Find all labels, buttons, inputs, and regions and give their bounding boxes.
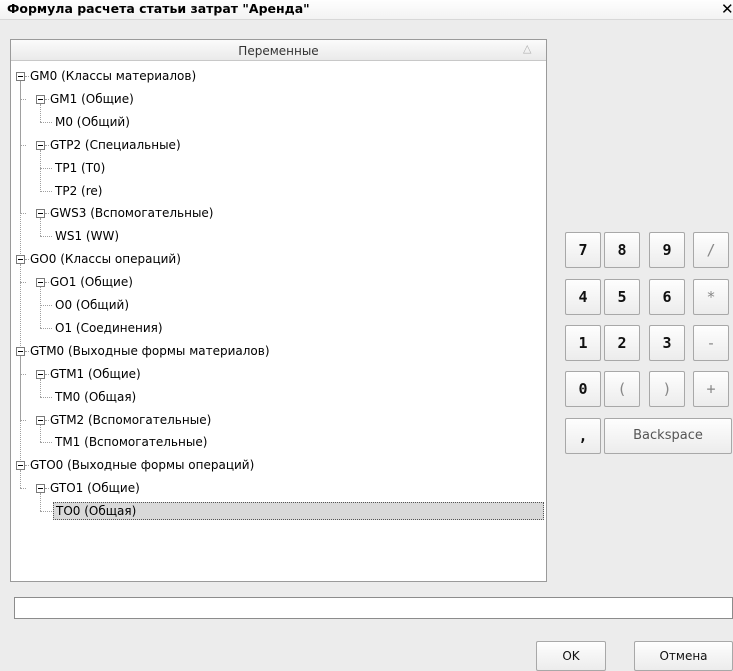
minus-icon xyxy=(38,98,43,100)
tree-connector-line xyxy=(40,442,52,444)
variables-tree: GM0 (Классы материалов) GM1 (Общие) M0 (Об… xyxy=(11,40,546,581)
minus-icon xyxy=(38,282,43,284)
key-plus[interactable]: + xyxy=(693,371,729,407)
minus-icon xyxy=(18,76,23,77)
tree-collapse-icon[interactable] xyxy=(16,255,25,265)
tree-connector-line xyxy=(40,396,52,398)
key-multiply[interactable]: * xyxy=(693,279,729,315)
tree-node[interactable]: M0 (Общий) xyxy=(53,113,132,131)
minus-icon xyxy=(38,488,43,490)
tree-node[interactable]: GTM0 (Выходные формы материалов) xyxy=(28,342,272,360)
tree-node[interactable]: GWS3 (Вспомогательные) xyxy=(48,204,215,222)
key-6[interactable]: 6 xyxy=(649,279,685,315)
tree-connector-line xyxy=(20,282,26,284)
tree-node[interactable]: GTM1 (Общие) xyxy=(48,365,143,383)
tree-connector-line xyxy=(40,149,41,191)
minus-icon xyxy=(38,419,43,421)
tree-node[interactable]: GO0 (Классы операций) xyxy=(28,250,183,268)
formula-input[interactable] xyxy=(14,597,733,619)
variables-tree-panel: Переменные △ GM0 (Классы материалов) GM1 … xyxy=(10,39,547,582)
key-3[interactable]: 3 xyxy=(649,325,685,361)
tree-connector-line xyxy=(20,419,26,421)
tree-collapse-icon[interactable] xyxy=(36,278,45,288)
key-1[interactable]: 1 xyxy=(565,325,601,361)
key-0[interactable]: 0 xyxy=(565,371,601,407)
cancel-button[interactable]: Отмена xyxy=(634,641,733,671)
tree-collapse-icon[interactable] xyxy=(36,415,45,425)
tree-collapse-icon[interactable] xyxy=(36,484,45,494)
key-5[interactable]: 5 xyxy=(604,279,640,315)
minus-icon xyxy=(38,213,43,215)
key-8[interactable]: 8 xyxy=(604,232,640,268)
tree-connector-line xyxy=(40,511,52,513)
tree-connector-line xyxy=(40,121,52,123)
tree-node[interactable]: TP2 (re) xyxy=(53,182,104,200)
tree-connector-line xyxy=(40,305,52,306)
minus-icon xyxy=(18,259,23,261)
tree-connector-line xyxy=(40,103,41,122)
tree-connector-line xyxy=(20,81,21,461)
tree-connector-line xyxy=(20,373,26,375)
ok-button[interactable]: OK xyxy=(536,641,606,671)
tree-collapse-icon[interactable] xyxy=(16,72,25,81)
key-minus[interactable]: - xyxy=(693,325,729,361)
tree-collapse-icon[interactable] xyxy=(36,94,45,104)
key-open-paren[interactable]: ( xyxy=(604,371,640,407)
tree-collapse-icon[interactable] xyxy=(36,140,45,150)
tree-connector-line xyxy=(40,167,52,169)
tree-connector-line xyxy=(20,488,26,490)
tree-collapse-icon[interactable] xyxy=(16,346,25,356)
key-9[interactable]: 9 xyxy=(649,232,685,268)
title-bar: Формула расчета статьи затрат "Аренда" ✕ xyxy=(0,0,733,20)
tree-collapse-icon[interactable] xyxy=(36,369,45,379)
tree-node[interactable]: GTP2 (Специальные) xyxy=(48,136,183,154)
tree-connector-line xyxy=(40,378,41,397)
window-title: Формула расчета статьи затрат "Аренда" xyxy=(7,1,310,16)
tree-connector-line xyxy=(40,493,41,512)
minus-icon xyxy=(18,465,23,467)
key-close-paren[interactable]: ) xyxy=(649,371,685,407)
minus-icon xyxy=(18,350,23,352)
tree-connector-line xyxy=(40,218,41,237)
tree-node[interactable]: GM0 (Классы материалов) xyxy=(28,67,198,85)
tree-connector-line xyxy=(20,98,26,100)
tree-node[interactable]: TO0 (Общая) xyxy=(53,502,544,521)
tree-node[interactable]: GO1 (Общие) xyxy=(48,273,135,291)
key-7[interactable]: 7 xyxy=(565,232,601,268)
backspace-button[interactable]: Backspace xyxy=(604,418,732,454)
close-icon[interactable]: ✕ xyxy=(721,0,733,18)
key-comma[interactable]: , xyxy=(565,418,601,454)
tree-connector-line xyxy=(40,287,41,328)
minus-icon xyxy=(38,373,43,375)
tree-connector-line xyxy=(40,236,52,238)
key-4[interactable]: 4 xyxy=(565,279,601,315)
tree-node[interactable]: TM0 (Общая) xyxy=(53,388,138,406)
tree-collapse-icon[interactable] xyxy=(16,461,25,471)
tree-connector-line xyxy=(40,327,52,329)
tree-node[interactable]: GTO1 (Общие) xyxy=(48,479,142,497)
tree-connector-line xyxy=(40,424,41,443)
tree-node[interactable]: TM1 (Вспомогательные) xyxy=(53,433,209,451)
tree-node[interactable]: GTO0 (Выходные формы операций) xyxy=(28,456,256,474)
tree-node[interactable]: GM1 (Общие) xyxy=(48,90,136,108)
tree-connector-line xyxy=(20,213,26,215)
minus-icon xyxy=(38,144,43,146)
tree-node[interactable]: TP1 (T0) xyxy=(53,159,107,177)
tree-node[interactable]: GTM2 (Вспомогательные) xyxy=(48,411,213,429)
tree-connector-line xyxy=(20,470,21,489)
tree-node[interactable]: O1 (Соединения) xyxy=(53,319,165,337)
key-divide[interactable]: / xyxy=(693,232,729,268)
tree-connector-line xyxy=(20,144,26,146)
tree-node[interactable]: WS1 (WW) xyxy=(53,227,121,245)
tree-connector-line xyxy=(40,190,52,192)
key-2[interactable]: 2 xyxy=(604,325,640,361)
tree-node[interactable]: O0 (Общий) xyxy=(53,296,131,314)
tree-collapse-icon[interactable] xyxy=(36,209,45,219)
